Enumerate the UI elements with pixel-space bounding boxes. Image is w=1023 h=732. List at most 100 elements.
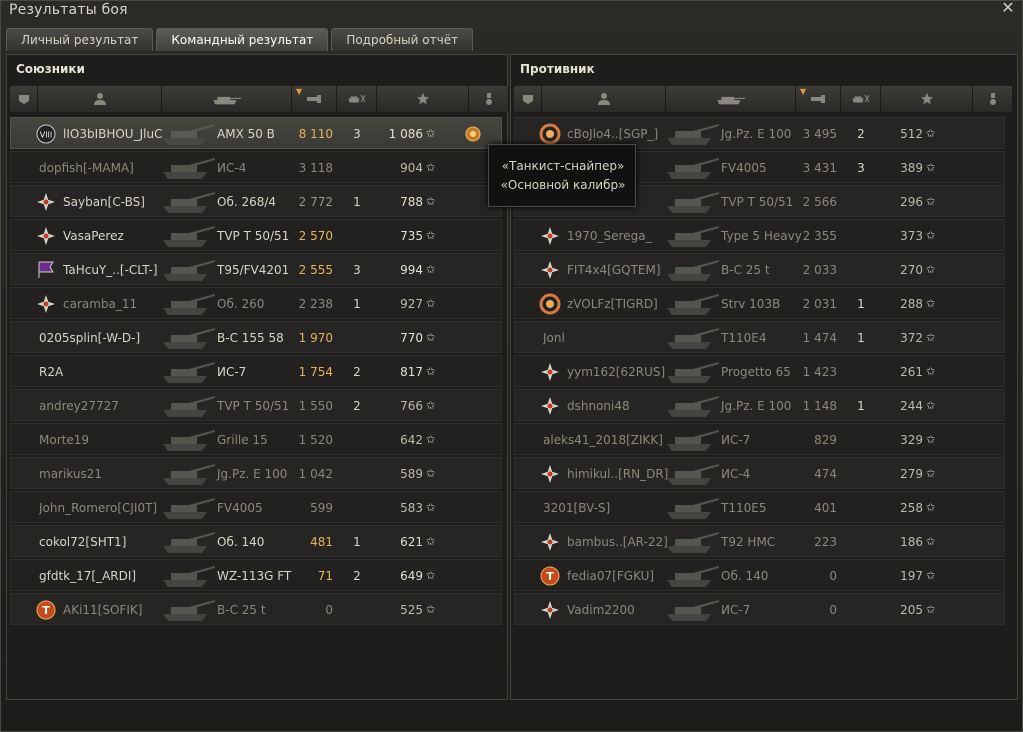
mastery-badge-icon xyxy=(37,295,55,313)
svg-text:VIII: VIII xyxy=(40,131,53,140)
tank-silhouette-icon xyxy=(667,532,719,553)
tank-image xyxy=(665,494,721,522)
allies-player-row[interactable]: John_Romero[CJI0T] FV4005 599 583 ✩ xyxy=(10,491,502,523)
tab-bar: Личный результат Командный результат Под… xyxy=(6,28,474,51)
tank-silhouette-icon xyxy=(163,328,215,349)
enemies-column-headers: ▼ xyxy=(514,86,1013,112)
tank-name: B-C 155 58 xyxy=(217,331,284,345)
player-icon xyxy=(597,93,610,105)
tank-image xyxy=(665,358,721,386)
enemies-header-medal[interactable] xyxy=(973,86,1013,112)
allies-player-row[interactable]: Morte19 Grille 15 1 520 642 ✩ xyxy=(10,423,502,455)
star-icon: ✩ xyxy=(926,127,936,140)
enemies-player-row[interactable]: zVOLFz[TIGRD] Strv 103B 2 031 1 288 ✩ xyxy=(514,287,1005,319)
frags-value: 1 xyxy=(353,297,361,311)
star-icon: ✩ xyxy=(926,467,936,480)
player-badge xyxy=(35,191,57,213)
star-icon: ✩ xyxy=(926,569,936,582)
wreath-badge-icon xyxy=(539,293,561,315)
enemies-player-row[interactable]: aleks41_2018[ZIKK] ИС-7 829 329 ✩ xyxy=(514,423,1005,455)
tank-name: ИС-7 xyxy=(217,365,247,379)
damage-icon xyxy=(811,95,825,103)
tank-image xyxy=(161,324,217,352)
frags-value xyxy=(345,424,369,456)
allies-header-platoon[interactable] xyxy=(10,86,38,112)
frags-value xyxy=(849,458,873,490)
experience-value: 258 xyxy=(900,501,923,515)
allies-player-row[interactable]: marikus21 Jg.Pz. E 100 1 042 589 ✩ xyxy=(10,457,502,489)
enemies-player-row[interactable]: 3201[BV-S] T110E5 401 258 ✩ xyxy=(514,491,1005,523)
enemies-player-row[interactable]: Vadim2200 ИС-7 0 205 ✩ xyxy=(514,593,1005,625)
tank-image xyxy=(161,528,217,556)
enemies-player-row[interactable]: FIT4x4[GQTEM] B-C 25 t2 033 270 ✩ xyxy=(514,253,1005,285)
tank-silhouette-icon xyxy=(163,192,215,213)
damage-value: 1 754 xyxy=(298,365,333,379)
damage-value: 223 xyxy=(814,535,837,549)
damage-value: 3 495 xyxy=(802,127,837,141)
allies-header-tank[interactable] xyxy=(162,86,292,112)
allies-player-row[interactable]: dopfish[-MAMA] ИС-4 3 118 904 ✩ xyxy=(10,151,502,183)
allies-header-player[interactable] xyxy=(38,86,162,112)
allies-player-row[interactable]: gfdtk_17[_ARDI] WZ-113G FT 71 2 649 ✩ xyxy=(10,559,502,591)
tank-silhouette-icon xyxy=(163,396,215,417)
allies-player-row[interactable]: Sayban[C-BS] Об. 268/4 2 772 1 788 ✩ xyxy=(10,185,502,217)
star-icon: ✩ xyxy=(426,569,436,582)
enemies-player-row[interactable]: 1970_Serega_ Type 5 Heavy 2 355 373 ✩ xyxy=(514,219,1005,251)
tank-silhouette-icon xyxy=(163,600,215,621)
experience-value: 389 xyxy=(900,161,923,175)
enemies-header-tank[interactable] xyxy=(666,86,796,112)
allies-header-damage[interactable]: ▼ xyxy=(292,86,337,112)
frags-value xyxy=(849,220,873,252)
tank-silhouette-icon xyxy=(163,362,215,383)
star-icon: ✩ xyxy=(426,467,436,480)
enemies-header-platoon[interactable] xyxy=(514,86,542,112)
experience-value: 261 xyxy=(900,365,923,379)
enemies-header-damage[interactable]: ▼ xyxy=(796,86,841,112)
allies-player-row[interactable]: VIII lIO3bIBHOU_JluC AMX 50 B8 110 3 1 086 ✩ xyxy=(10,117,502,149)
allies-player-row[interactable]: 0205splin[-W-D-] B-C 155 58 1 970 770 ✩ xyxy=(10,321,502,353)
allies-header-frags[interactable] xyxy=(337,86,377,112)
tank-image xyxy=(161,154,217,182)
tab-detailed-report[interactable]: Подробный отчёт xyxy=(331,28,474,51)
tank-image xyxy=(161,222,217,250)
player-badge xyxy=(539,293,561,315)
star-icon: ✩ xyxy=(426,229,436,242)
allies-player-row[interactable]: andrey27727 TVP T 50/51 1 550 2 766 ✩ xyxy=(10,389,502,421)
tank-image xyxy=(665,426,721,454)
allies-player-row[interactable]: caramba_11 Об. 260 2 238 1 927 ✩ xyxy=(10,287,502,319)
mastery-badge-icon xyxy=(541,261,559,279)
tab-personal-result[interactable]: Личный результат xyxy=(6,28,154,51)
frags-value xyxy=(345,220,369,252)
enemies-header-star[interactable] xyxy=(881,86,973,112)
enemies-player-row[interactable]: Jonl T110E4 1 474 1 372 ✩ xyxy=(514,321,1005,353)
enemies-header-player[interactable] xyxy=(542,86,666,112)
star-icon: ✩ xyxy=(926,297,936,310)
allies-header-star[interactable] xyxy=(377,86,469,112)
player-badge: T xyxy=(539,565,561,587)
damage-value: 1 550 xyxy=(298,399,333,413)
mastery-badge-icon xyxy=(541,227,559,245)
allies-player-row[interactable]: VasaPerez TVP T 50/51 2 570 735 ✩ xyxy=(10,219,502,251)
tank-name: ИС-7 xyxy=(721,603,751,617)
tank-silhouette-icon xyxy=(163,464,215,485)
enemies-player-row[interactable]: dshnoni48 Jg.Pz. E 100 1 148 1 244 ✩ xyxy=(514,389,1005,421)
close-icon[interactable]: ✕ xyxy=(1000,0,1016,16)
frags-value: 1 xyxy=(857,399,865,413)
enemies-player-row[interactable]: himikul..[RN_DR] ИС-4 474 279 ✩ xyxy=(514,457,1005,489)
allies-player-row[interactable]: TaHcuY_..[-CLT-] T95/FV4201 2 555 3 994 ✩ xyxy=(10,253,502,285)
enemies-header-frags[interactable] xyxy=(841,86,881,112)
allies-header-medal[interactable] xyxy=(469,86,509,112)
achievement-medal-icon[interactable] xyxy=(463,123,483,145)
medal-icon xyxy=(989,93,996,105)
enemies-player-row[interactable]: yym162[62RUS] Progetto 65 1 423 261 ✩ xyxy=(514,355,1005,387)
enemies-player-row[interactable]: bambus..[AR-22] T92 HMC 223 186 ✩ xyxy=(514,525,1005,557)
allies-player-row[interactable]: R2A ИС-7 1 754 2 817 ✩ xyxy=(10,355,502,387)
damage-value: 401 xyxy=(814,501,837,515)
enemies-player-row[interactable]: Tfedia07[FGKU] Об. 140 0 197 ✩ xyxy=(514,559,1005,591)
tab-team-result[interactable]: Командный результат xyxy=(156,28,329,51)
damage-value: 2 566 xyxy=(802,195,837,209)
experience-value: 525 xyxy=(400,603,423,617)
allies-player-row[interactable]: cokol72[SHT1] Об. 140 481 1 621 ✩ xyxy=(10,525,502,557)
allies-player-row[interactable]: T AKi11[SOFIK] B-C 25 t 0 525 ✩ xyxy=(10,593,502,625)
star-icon: ✩ xyxy=(426,399,436,412)
